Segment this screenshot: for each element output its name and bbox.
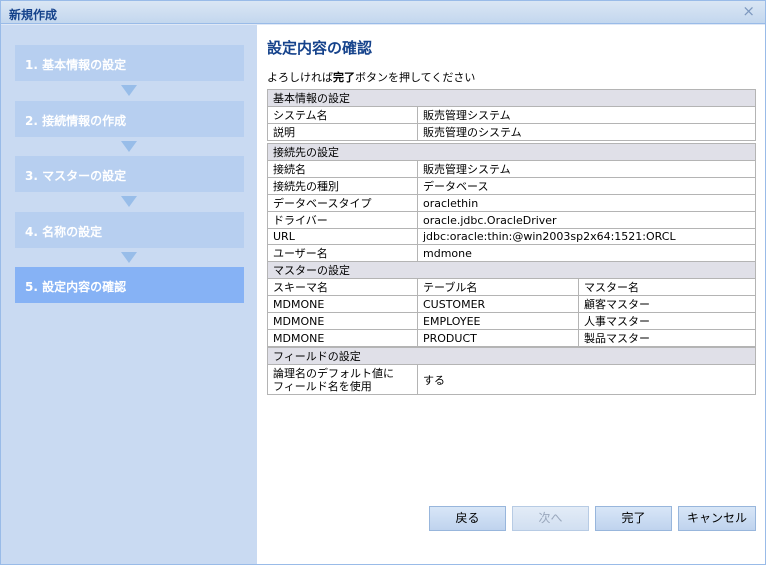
steps-sidebar: 1. 基本情報の設定 2. 接続情報の作成 3. マスターの設定 4. 名称の設… (1, 25, 257, 564)
row-value: データベース (417, 177, 756, 195)
row-value: 販売管理システム (417, 106, 756, 124)
table-cell: MDMONE (267, 295, 418, 313)
table-header-row: スキーマ名 テーブル名 マスター名 (267, 278, 756, 296)
row-key: 接続先の種別 (267, 177, 418, 195)
table-cell: MDMONE (267, 329, 418, 347)
row-key: 説明 (267, 123, 418, 141)
section-header: 基本情報の設定 (267, 89, 756, 107)
close-icon[interactable]: × (742, 2, 755, 20)
cancel-button[interactable]: キャンセル (678, 506, 756, 531)
row-value: 販売管理のシステム (417, 123, 756, 141)
instruction-text: よろしければ完了ボタンを押してください (267, 69, 475, 85)
window-title: 新規作成 (9, 8, 58, 22)
instruction-bold: 完了 (333, 71, 355, 84)
arrow-down-icon (121, 85, 137, 96)
instruction-pre: よろしければ (267, 71, 333, 84)
next-button[interactable]: 次へ (512, 506, 589, 531)
basic-info-table: 基本情報の設定 システム名 販売管理システム 説明 販売管理のシステム (267, 89, 756, 141)
table-cell: PRODUCT (417, 329, 579, 347)
table-cell: 顧客マスター (578, 295, 756, 313)
table-row: ドライバー oracle.jdbc.OracleDriver (267, 211, 756, 229)
table-cell: MDMONE (267, 312, 418, 330)
table-row: 接続先の種別 データベース (267, 177, 756, 195)
section-header: マスターの設定 (267, 261, 756, 279)
content-panel: 設定内容の確認 よろしければ完了ボタンを押してください 基本情報の設定 システム… (257, 25, 765, 564)
row-key-line1: 論理名のデフォルト値に (273, 366, 394, 380)
table-row: MDMONE PRODUCT 製品マスター (267, 329, 756, 347)
step-confirm: 5. 設定内容の確認 (15, 267, 244, 303)
row-value: 販売管理システム (417, 160, 756, 178)
row-value: する (417, 364, 756, 395)
arrow-down-icon (121, 141, 137, 152)
section-header: フィールドの設定 (267, 347, 756, 365)
table-row: データベースタイプ oraclethin (267, 194, 756, 212)
wizard-window: 新規作成 × 1. 基本情報の設定 2. 接続情報の作成 3. マスターの設定 … (0, 0, 766, 565)
step-connection: 2. 接続情報の作成 (15, 101, 244, 137)
row-key: ユーザー名 (267, 244, 418, 262)
master-table: マスターの設定 スキーマ名 テーブル名 マスター名 MDMONE CUSTOMER… (267, 261, 756, 347)
row-key-line2: フィールド名を使用 (273, 379, 372, 393)
arrow-down-icon (121, 196, 137, 207)
finish-button[interactable]: 完了 (595, 506, 672, 531)
row-key: URL (267, 228, 418, 245)
connection-table: 接続先の設定 接続名 販売管理システム 接続先の種別 データベース データベースタイ… (267, 143, 756, 262)
table-row: URL jdbc:oracle:thin:@win2003sp2x64:1521:… (267, 228, 756, 245)
row-value: oraclethin (417, 194, 756, 212)
back-button[interactable]: 戻る (429, 506, 506, 531)
column-header: スキーマ名 (267, 278, 418, 296)
table-row: システム名 販売管理システム (267, 106, 756, 124)
row-key: システム名 (267, 106, 418, 124)
row-value: mdmone (417, 244, 756, 262)
step-master: 3. マスターの設定 (15, 156, 244, 192)
table-cell: EMPLOYEE (417, 312, 579, 330)
step-name: 4. 名称の設定 (15, 212, 244, 248)
arrow-down-icon (121, 252, 137, 263)
table-cell: 製品マスター (578, 329, 756, 347)
row-key: 論理名のデフォルト値に フィールド名を使用 (267, 364, 418, 395)
row-value: oracle.jdbc.OracleDriver (417, 211, 756, 229)
table-row: MDMONE EMPLOYEE 人事マスター (267, 312, 756, 330)
table-row: 接続名 販売管理システム (267, 160, 756, 178)
row-key: 接続名 (267, 160, 418, 178)
table-row: 論理名のデフォルト値に フィールド名を使用 する (267, 364, 756, 395)
table-cell: CUSTOMER (417, 295, 579, 313)
table-cell: 人事マスター (578, 312, 756, 330)
row-value: jdbc:oracle:thin:@win2003sp2x64:1521:ORC… (417, 228, 756, 245)
row-key: データベースタイプ (267, 194, 418, 212)
column-header: テーブル名 (417, 278, 579, 296)
instruction-post: ボタンを押してください (355, 71, 476, 84)
page-title: 設定内容の確認 (267, 39, 373, 57)
field-table: フィールドの設定 論理名のデフォルト値に フィールド名を使用 する (267, 347, 756, 395)
table-row: ユーザー名 mdmone (267, 244, 756, 262)
section-header: 接続先の設定 (267, 143, 756, 161)
title-bar: 新規作成 × (1, 1, 765, 24)
table-row: MDMONE CUSTOMER 顧客マスター (267, 295, 756, 313)
table-row: 説明 販売管理のシステム (267, 123, 756, 141)
row-key: ドライバー (267, 211, 418, 229)
column-header: マスター名 (578, 278, 756, 296)
step-basic-info: 1. 基本情報の設定 (15, 45, 244, 81)
